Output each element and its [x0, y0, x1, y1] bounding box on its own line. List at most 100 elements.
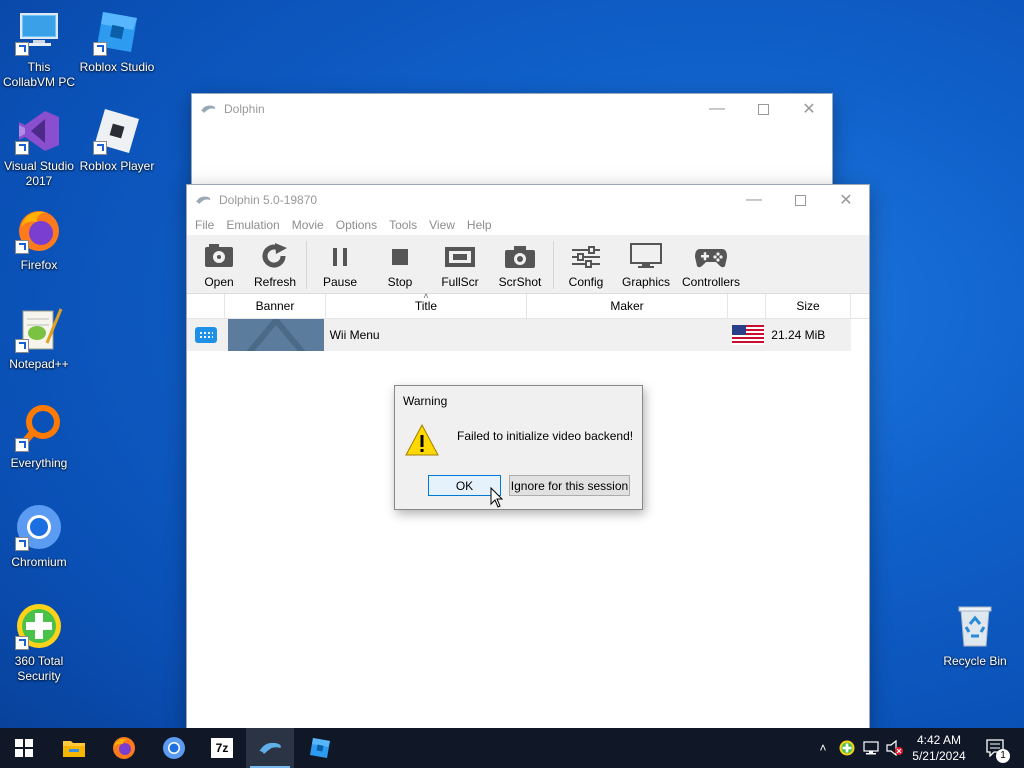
sort-ascending-icon: ˄ — [423, 291, 429, 301]
window-titlebar[interactable]: Dolphin 5.0-19870 — ✕ — [187, 185, 869, 215]
warning-dialog[interactable]: Warning Failed to initialize video backe… — [394, 385, 643, 510]
desktop-icon-label: Chromium — [11, 555, 67, 569]
desktop-icon-firefox[interactable]: Firefox — [0, 206, 78, 273]
start-button[interactable] — [0, 728, 48, 768]
maximize-icon — [757, 103, 769, 115]
clock-time: 4:42 AM — [916, 733, 962, 747]
close-icon: ✕ — [839, 192, 853, 209]
wii-icon — [194, 327, 217, 343]
action-center-button[interactable]: 1 — [978, 728, 1014, 768]
maximize-button[interactable] — [740, 94, 786, 124]
menu-file[interactable]: File — [189, 218, 220, 232]
column-maker-label: Maker — [610, 299, 644, 313]
close-button[interactable]: ✕ — [786, 94, 832, 124]
column-title[interactable]: ˄ Title — [326, 291, 527, 318]
desktop-icon-everything[interactable]: Everything — [0, 404, 78, 471]
shortcut-arrow-icon — [15, 42, 29, 56]
desktop-icon-roblox-studio[interactable]: Roblox Studio — [78, 8, 156, 75]
roblox-player-icon — [93, 107, 141, 155]
desktop-icon-this-pc[interactable]: This CollabVM PC — [0, 8, 78, 90]
menu-tools[interactable]: Tools — [383, 218, 423, 232]
visual-studio-icon — [15, 107, 63, 155]
column-banner[interactable]: Banner — [225, 294, 326, 318]
column-banner-label: Banner — [255, 299, 295, 313]
refresh-icon — [262, 243, 287, 268]
desktop-icon-roblox-player[interactable]: Roblox Player — [78, 107, 156, 174]
desktop-icon-label: Firefox — [20, 258, 58, 272]
taskbar-chromium[interactable] — [150, 728, 198, 768]
mouse-cursor-icon — [490, 487, 504, 508]
desktop-icon-recycle-bin[interactable]: Recycle Bin — [936, 602, 1014, 669]
taskbar: 7z ˄ 4:42 AM 5/21/2024 1 — [0, 728, 1024, 768]
folder-icon — [63, 741, 85, 757]
shortcut-arrow-icon — [15, 240, 29, 254]
everything-search-icon — [15, 404, 63, 452]
firefox-icon — [113, 737, 135, 759]
menu-movie[interactable]: Movie — [286, 218, 330, 232]
taskbar-roblox-studio[interactable] — [296, 728, 344, 768]
clock-date: 5/21/2024 — [912, 749, 966, 763]
screenshot-label: ScrShot — [498, 275, 542, 289]
open-button[interactable]: Open — [191, 235, 247, 293]
config-button[interactable]: Config — [557, 235, 615, 293]
minimize-button[interactable]: — — [694, 94, 740, 124]
minimize-icon: — — [746, 191, 762, 208]
taskbar-7zip[interactable]: 7z — [198, 728, 246, 768]
desktop-icon-label: Notepad++ — [9, 357, 69, 371]
close-button[interactable]: ✕ — [823, 185, 869, 215]
taskbar-file-explorer[interactable] — [50, 728, 98, 768]
graphics-button[interactable]: Graphics — [615, 235, 677, 293]
window-title: Dolphin 5.0-19870 — [219, 193, 318, 207]
menu-emulation[interactable]: Emulation — [220, 218, 285, 232]
game-title-cell: Wii Menu — [329, 328, 380, 342]
sliders-icon — [572, 246, 600, 268]
refresh-button[interactable]: Refresh — [247, 235, 303, 293]
column-platform[interactable] — [187, 294, 225, 318]
stop-label: Stop — [387, 275, 413, 289]
menu-options[interactable]: Options — [330, 218, 383, 232]
maximize-button[interactable] — [777, 185, 823, 215]
taskbar-firefox[interactable] — [100, 728, 148, 768]
computer-icon — [15, 8, 63, 56]
screenshot-button[interactable]: ScrShot — [490, 235, 550, 293]
dolphin-logo-icon — [201, 105, 216, 113]
fullscreen-button[interactable]: FullScr — [430, 235, 490, 293]
tray-network[interactable] — [860, 728, 882, 768]
banner-cell — [227, 319, 324, 351]
column-size[interactable]: Size — [766, 294, 851, 318]
menu-bar: File Emulation Movie Options Tools View … — [187, 215, 869, 235]
ignore-session-button[interactable]: Ignore for this session — [509, 475, 630, 496]
stop-button[interactable]: Stop — [370, 235, 430, 293]
column-maker[interactable]: Maker — [527, 294, 728, 318]
config-label: Config — [568, 275, 604, 289]
desktop-icon-label: Roblox Player — [79, 159, 155, 173]
tray-clock[interactable]: 4:42 AM 5/21/2024 — [906, 728, 972, 768]
controllers-button[interactable]: Controllers — [677, 235, 745, 293]
desktop-icon-visual-studio[interactable]: Visual Studio 2017 — [0, 107, 78, 189]
desktop-icon-chromium[interactable]: Chromium — [0, 503, 78, 570]
show-hidden-icons-button[interactable]: ˄ — [812, 728, 834, 768]
notepadpp-icon — [15, 305, 63, 353]
pause-icon — [333, 248, 347, 266]
column-region[interactable] — [728, 294, 766, 318]
roblox-studio-icon — [93, 8, 141, 56]
taskbar-dolphin[interactable] — [246, 728, 294, 768]
gamepad-icon — [695, 249, 727, 268]
desktop-icon-notepadpp[interactable]: Notepad++ — [0, 305, 78, 372]
notification-count-badge: 1 — [996, 749, 1010, 763]
close-icon: ✕ — [802, 101, 816, 118]
monitor-icon — [630, 243, 662, 268]
window-titlebar[interactable]: Dolphin — ✕ — [192, 94, 832, 124]
dolphin-background-window[interactable]: Dolphin — ✕ — [192, 94, 832, 194]
tray-volume[interactable] — [884, 728, 906, 768]
menu-help[interactable]: Help — [461, 218, 498, 232]
minimize-button[interactable]: — — [731, 185, 777, 215]
desktop-icon-360-total-security[interactable]: 360 Total Security — [0, 602, 78, 684]
warning-icon — [405, 424, 439, 456]
pause-button[interactable]: Pause — [310, 235, 370, 293]
tray-360-security[interactable] — [836, 728, 858, 768]
menu-view[interactable]: View — [423, 218, 461, 232]
fullscreen-label: FullScr — [441, 275, 479, 289]
recycle-bin-icon — [951, 602, 999, 650]
game-row[interactable]: Wii Menu 21.24 MiB — [187, 319, 851, 351]
